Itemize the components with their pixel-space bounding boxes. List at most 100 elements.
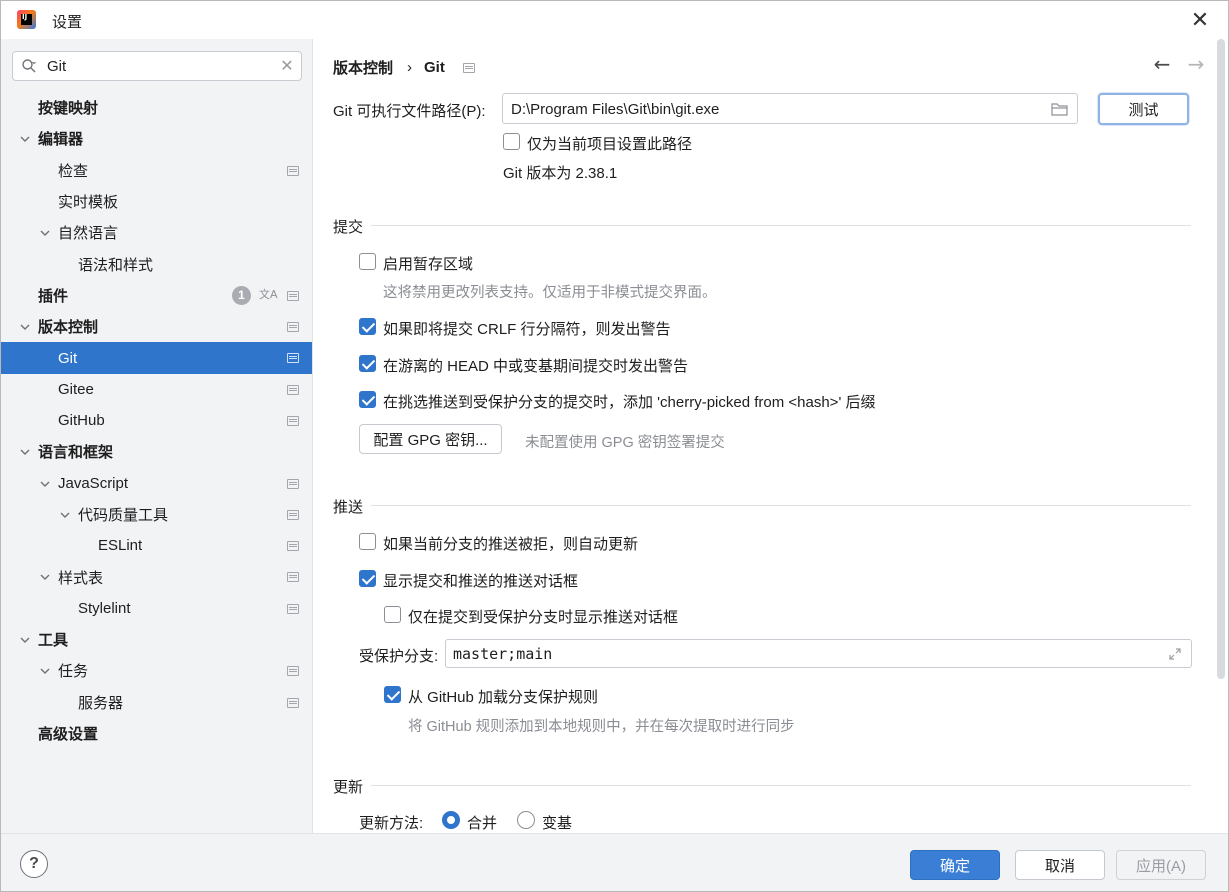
sidebar-item[interactable]: 代码质量工具 <box>1 499 312 530</box>
project-scope-icon <box>462 62 475 73</box>
expand-icon[interactable] <box>1168 647 1182 661</box>
close-icon[interactable]: ✕ <box>1186 7 1214 33</box>
protected-only-checkbox[interactable] <box>384 606 401 623</box>
chevron-down-icon[interactable] <box>19 133 31 145</box>
push-section-divider <box>371 505 1191 506</box>
detached-head-checkbox[interactable] <box>359 355 376 372</box>
sidebar-item-label: 语言和框架 <box>38 444 114 462</box>
chevron-down-icon[interactable] <box>39 227 51 239</box>
help-icon[interactable]: ? <box>20 850 48 878</box>
protected-branches-field[interactable] <box>445 639 1192 668</box>
rebase-label: 变基 <box>542 815 573 832</box>
chevron-down-icon[interactable] <box>19 634 31 646</box>
git-settings-panel: 版本控制 › Git ← → Git 可执行文件路径(P): 测试 仅为当前项目… <box>314 39 1228 833</box>
sidebar-item[interactable]: 工具 <box>1 624 312 655</box>
sidebar-item[interactable]: 样式表 <box>1 561 312 592</box>
merge-label: 合并 <box>467 815 498 832</box>
update-method-label: 更新方法: <box>359 815 424 832</box>
window-title: 设置 <box>52 14 83 31</box>
sidebar-item[interactable]: ESLint <box>1 530 312 561</box>
breadcrumb-separator: › <box>407 59 413 76</box>
sidebar-item-label: 工具 <box>38 632 69 650</box>
sidebar-item[interactable]: 实时模板 <box>1 186 312 217</box>
sidebar-item-label: 代码质量工具 <box>78 507 169 524</box>
folder-icon[interactable] <box>1051 102 1069 116</box>
sidebar-item[interactable]: Stylelint <box>1 593 312 624</box>
project-scope-icon <box>287 384 299 395</box>
chevron-down-icon[interactable] <box>39 571 51 583</box>
show-push-dialog-checkbox[interactable] <box>359 570 376 587</box>
github-rules-label: 从 GitHub 加载分支保护规则 <box>408 689 599 706</box>
cherry-pick-suffix-checkbox[interactable] <box>359 391 376 408</box>
sidebar-item-label: 服务器 <box>78 694 124 712</box>
sidebar-item-label: Gitee <box>58 380 94 398</box>
rebase-radio[interactable] <box>517 811 535 829</box>
project-scope-icon <box>287 666 299 677</box>
sidebar-item-label: 检查 <box>58 162 89 180</box>
chevron-down-icon[interactable] <box>19 446 31 458</box>
updates-count-badge: 1 <box>232 285 251 305</box>
protected-branches-input[interactable] <box>453 644 1143 664</box>
sidebar-item[interactable]: 版本控制 <box>1 311 312 342</box>
sidebar-item[interactable]: 任务 <box>1 655 312 686</box>
sidebar-item-label: 编辑器 <box>38 131 84 149</box>
crlf-warning-checkbox[interactable] <box>359 318 376 335</box>
auto-update-checkbox[interactable] <box>359 533 376 550</box>
sidebar-item[interactable]: 服务器 <box>1 687 312 718</box>
sidebar-item[interactable]: 语法和样式 <box>1 248 312 279</box>
search-icon <box>22 59 36 73</box>
sidebar-item[interactable]: 高级设置 <box>1 718 312 749</box>
merge-radio[interactable] <box>442 811 460 829</box>
sidebar-item[interactable]: 编辑器 <box>1 123 312 154</box>
chevron-down-icon[interactable] <box>39 665 51 677</box>
sidebar-item[interactable]: JavaScript <box>1 468 312 499</box>
sidebar-item-label: 语法和样式 <box>78 256 154 274</box>
vertical-scrollbar[interactable] <box>1217 39 1225 679</box>
search-input[interactable] <box>47 56 277 76</box>
project-scope-icon <box>287 541 299 552</box>
project-scope-icon <box>287 353 299 364</box>
project-only-label: 仅为当前项目设置此路径 <box>527 136 693 153</box>
sidebar-item[interactable]: Git <box>1 342 312 374</box>
update-section-title: 更新 <box>333 779 364 796</box>
settings-window: IJ 设置 ✕ ✕ 按键映射编辑器检查实时模板自然语言语法和样式插件 1 文A 版本控… <box>0 0 1229 892</box>
git-path-input[interactable] <box>511 99 1031 119</box>
sidebar-item[interactable]: GitHub <box>1 405 312 436</box>
ok-button[interactable]: 确定 <box>910 850 1000 880</box>
commit-section-title: 提交 <box>333 219 364 236</box>
show-push-dialog-label: 显示提交和推送的推送对话框 <box>383 573 579 590</box>
configure-gpg-button[interactable]: 配置 GPG 密钥... <box>359 424 502 454</box>
title-bar: IJ 设置 ✕ <box>1 1 1228 39</box>
staging-area-checkbox[interactable] <box>359 253 376 270</box>
git-path-field[interactable] <box>502 93 1078 124</box>
test-button[interactable]: 测试 <box>1098 93 1189 125</box>
sidebar-item[interactable]: Gitee <box>1 374 312 405</box>
github-rules-hint: 将 GitHub 规则添加到本地规则中，并在每次提取时进行同步 <box>408 719 795 735</box>
sidebar-item[interactable]: 检查 <box>1 155 312 186</box>
chevron-down-icon[interactable] <box>59 509 71 521</box>
sidebar-item-label: ESLint <box>98 537 143 555</box>
dialog-footer: ? 确定 取消 应用(A) <box>1 833 1228 891</box>
github-rules-checkbox[interactable] <box>384 686 401 703</box>
sidebar-item[interactable]: 按键映射 <box>1 92 312 123</box>
staging-area-hint: 这将禁用更改列表支持。仅适用于非模式提交界面。 <box>383 285 717 301</box>
sidebar-item[interactable]: 插件 1 文A <box>1 280 312 311</box>
settings-tree: 按键映射编辑器检查实时模板 自然语言语法和样式插件 1 文A 版本控制 Git Gitee G… <box>1 92 312 749</box>
back-arrow-icon[interactable]: ← <box>1151 53 1173 75</box>
git-version-text: Git 版本为 2.38.1 <box>503 165 618 182</box>
sidebar-item[interactable]: 自然语言 <box>1 217 312 248</box>
sidebar-item-label: GitHub <box>58 412 105 430</box>
sidebar-item[interactable]: 语言和框架 <box>1 436 312 467</box>
clear-search-icon[interactable]: ✕ <box>277 56 297 76</box>
cancel-button[interactable]: 取消 <box>1015 850 1105 880</box>
forward-arrow-icon[interactable]: → <box>1185 53 1207 75</box>
project-scope-icon <box>287 697 299 708</box>
breadcrumb-parent[interactable]: 版本控制 <box>333 57 393 78</box>
push-section-title: 推送 <box>333 499 364 516</box>
project-only-checkbox[interactable] <box>503 133 520 150</box>
settings-search[interactable]: ✕ <box>12 51 302 81</box>
apply-button[interactable]: 应用(A) <box>1116 850 1206 880</box>
chevron-down-icon[interactable] <box>19 321 31 333</box>
sidebar-item-label: 样式表 <box>58 569 104 587</box>
chevron-down-icon[interactable] <box>39 478 51 490</box>
